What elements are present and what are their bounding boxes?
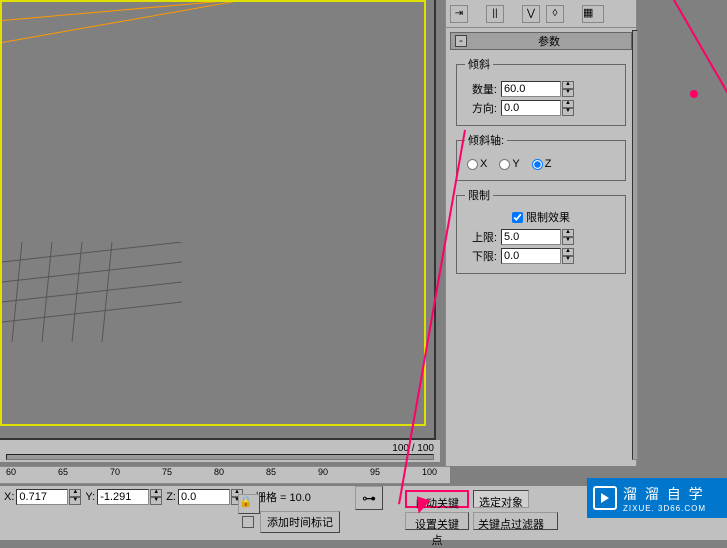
limit-legend: 限制 <box>465 187 493 203</box>
y-label: Y: <box>83 491 97 503</box>
ground-grid <box>2 242 182 362</box>
z-input[interactable] <box>178 489 230 505</box>
time-slider[interactable]: 100 / 100 <box>0 440 440 462</box>
axis-x-radio[interactable]: X <box>467 158 487 170</box>
spinner-down-icon[interactable]: ▼ <box>562 89 574 97</box>
spinner-down-icon[interactable]: ▼ <box>150 497 162 505</box>
grid-size-label: 栅格 = 10.0 <box>255 489 311 505</box>
lower-input[interactable] <box>501 248 561 264</box>
spinner-up-icon[interactable]: ▲ <box>562 81 574 89</box>
tick: 85 <box>266 467 276 477</box>
collapse-icon[interactable]: - <box>455 35 467 47</box>
time-ruler[interactable]: 60 65 70 75 80 85 90 95 100 <box>0 466 450 484</box>
selected-object-dropdown[interactable]: 选定对象 <box>473 490 529 508</box>
make-unique-icon[interactable]: ⋁ <box>522 5 540 23</box>
tilt-axis-legend: 倾斜轴: <box>465 132 507 148</box>
amount-input[interactable] <box>501 81 561 97</box>
show-end-result-icon[interactable]: || <box>486 5 504 23</box>
watermark: 溜 溜 自 学 ZIXUE. 3D66.COM <box>587 478 727 518</box>
limit-effect-checkbox[interactable] <box>512 212 523 223</box>
direction-label: 方向: <box>465 100 497 116</box>
axis-y-radio[interactable]: Y <box>499 158 519 170</box>
slider-track[interactable] <box>6 454 434 460</box>
viewport[interactable] <box>0 0 436 440</box>
key-filters-button[interactable]: 关键点过滤器 <box>473 512 558 530</box>
x-input[interactable] <box>16 489 68 505</box>
modifier-toolbar: ⇥ || ⋁ ◊ ▦ <box>446 0 636 28</box>
tilt-legend: 倾斜 <box>465 56 493 72</box>
configure-sets-icon[interactable]: ▦ <box>582 5 604 23</box>
right-gutter <box>641 0 727 466</box>
time-tag-icon[interactable] <box>242 516 254 528</box>
limit-effect-label: 限制效果 <box>526 209 570 225</box>
set-key-icon-button[interactable]: ⊶ <box>355 486 383 510</box>
spinner-up-icon[interactable]: ▲ <box>562 229 574 237</box>
tilt-group: 倾斜 数量: ▲▼ 方向: ▲▼ <box>456 56 626 126</box>
tick: 60 <box>6 467 16 477</box>
auto-key-button[interactable]: 自动关键点 <box>405 490 469 508</box>
selection-lock-button[interactable]: 🔒 <box>238 494 260 514</box>
remove-modifier-icon[interactable]: ◊ <box>546 5 564 23</box>
tilt-axis-group: 倾斜轴: X Y Z <box>456 132 626 181</box>
axis-z-radio[interactable]: Z <box>532 158 552 170</box>
pin-stack-icon[interactable]: ⇥ <box>450 5 468 23</box>
rollout-title: 参数 <box>471 33 627 49</box>
z-label: Z: <box>164 491 178 503</box>
tick: 75 <box>162 467 172 477</box>
wireframe-edge <box>2 0 301 21</box>
upper-input[interactable] <box>501 229 561 245</box>
limit-group: 限制 限制效果 上限: ▲▼ 下限: ▲▼ <box>456 187 626 274</box>
spinner-down-icon[interactable]: ▼ <box>562 108 574 116</box>
direction-input[interactable] <box>501 100 561 116</box>
viewport-active[interactable] <box>0 0 426 426</box>
rollout-header-params[interactable]: - 参数 <box>450 32 632 50</box>
tick: 95 <box>370 467 380 477</box>
spinner-up-icon[interactable]: ▲ <box>69 489 81 497</box>
wireframe-edge <box>2 0 248 43</box>
tick: 65 <box>58 467 68 477</box>
tick: 90 <box>318 467 328 477</box>
play-logo-icon <box>593 486 617 510</box>
tick: 70 <box>110 467 120 477</box>
tick: 80 <box>214 467 224 477</box>
upper-label: 上限: <box>465 229 497 245</box>
amount-label: 数量: <box>465 81 497 97</box>
add-time-tag-button[interactable]: 添加时间标记 <box>260 511 340 533</box>
command-panel: ⇥ || ⋁ ◊ ▦ - 参数 倾斜 数量: ▲▼ 方向: ▲▼ 倾斜轴: X … <box>445 0 637 466</box>
spinner-down-icon[interactable]: ▼ <box>562 237 574 245</box>
spinner-down-icon[interactable]: ▼ <box>562 256 574 264</box>
lower-label: 下限: <box>465 248 497 264</box>
spinner-up-icon[interactable]: ▲ <box>562 248 574 256</box>
watermark-url: ZIXUE. 3D66.COM <box>623 504 706 513</box>
spinner-up-icon[interactable]: ▲ <box>562 100 574 108</box>
set-key-button[interactable]: 设置关键点 <box>405 512 469 530</box>
frame-indicator: 100 / 100 <box>392 443 434 454</box>
y-input[interactable] <box>97 489 149 505</box>
panel-scrollbar[interactable] <box>632 30 638 460</box>
spinner-down-icon[interactable]: ▼ <box>69 497 81 505</box>
spinner-up-icon[interactable]: ▲ <box>150 489 162 497</box>
x-label: X: <box>2 491 16 503</box>
tick: 100 <box>422 467 437 477</box>
watermark-title: 溜 溜 自 学 <box>623 484 706 504</box>
